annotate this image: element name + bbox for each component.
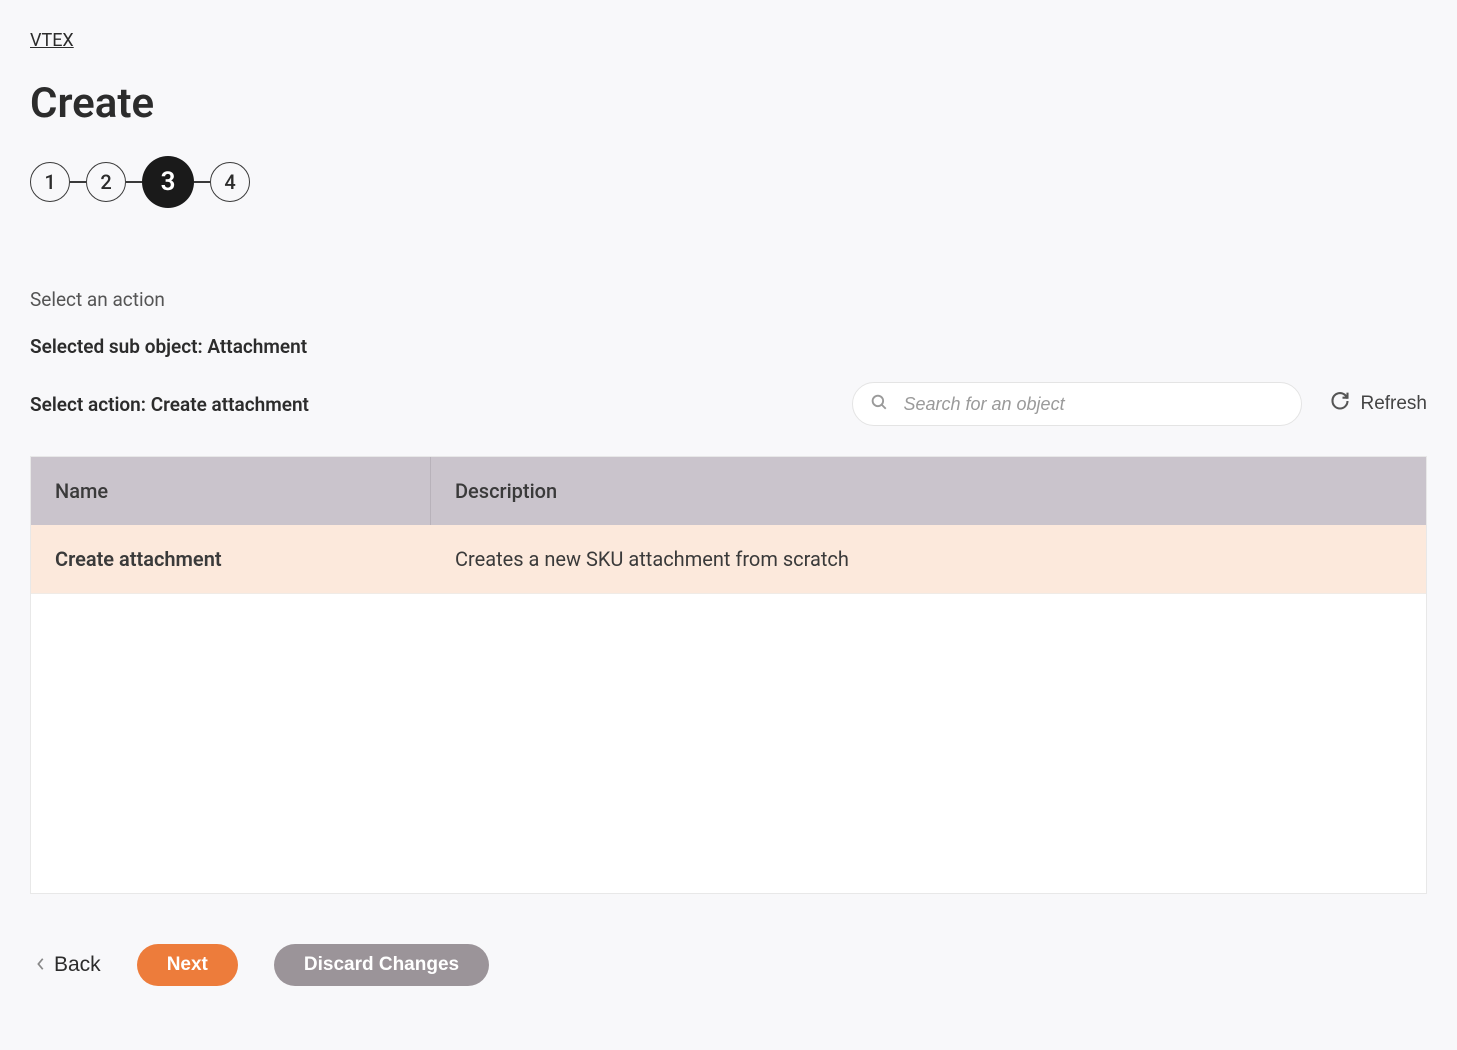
footer-controls: Back Next Discard Changes	[30, 944, 1427, 986]
section-label: Select an action	[30, 288, 1427, 311]
step-connector	[194, 181, 210, 183]
stepper: 1 2 3 4	[30, 156, 1427, 208]
search-input[interactable]	[852, 382, 1302, 426]
back-button[interactable]: Back	[36, 953, 101, 977]
selected-action: Select action: Create attachment	[30, 393, 309, 416]
next-button[interactable]: Next	[137, 944, 238, 986]
cell-name: Create attachment	[31, 525, 431, 593]
refresh-label: Refresh	[1360, 393, 1427, 415]
step-2[interactable]: 2	[86, 162, 126, 202]
chevron-left-icon	[36, 953, 46, 977]
discard-button[interactable]: Discard Changes	[274, 944, 489, 986]
breadcrumb-link[interactable]: VTEX	[30, 30, 74, 51]
table-row[interactable]: Create attachment Creates a new SKU atta…	[31, 525, 1426, 593]
cell-description: Creates a new SKU attachment from scratc…	[431, 525, 1426, 593]
table-header: Name Description	[31, 457, 1426, 525]
step-connector	[70, 181, 86, 183]
search-icon	[870, 393, 888, 415]
search-wrapper	[852, 382, 1302, 426]
column-header-name: Name	[31, 457, 431, 525]
refresh-icon	[1330, 391, 1350, 417]
selected-sub-object: Selected sub object: Attachment	[30, 335, 1427, 358]
page-title: Create	[30, 79, 1427, 128]
step-4[interactable]: 4	[210, 162, 250, 202]
back-label: Back	[54, 953, 101, 977]
column-header-description: Description	[431, 457, 1426, 525]
step-1[interactable]: 1	[30, 162, 70, 202]
step-connector	[126, 181, 142, 183]
step-3-active[interactable]: 3	[142, 156, 194, 208]
action-table: Name Description Create attachment Creat…	[30, 456, 1427, 894]
refresh-button[interactable]: Refresh	[1330, 391, 1427, 417]
table-empty-area	[31, 593, 1426, 893]
